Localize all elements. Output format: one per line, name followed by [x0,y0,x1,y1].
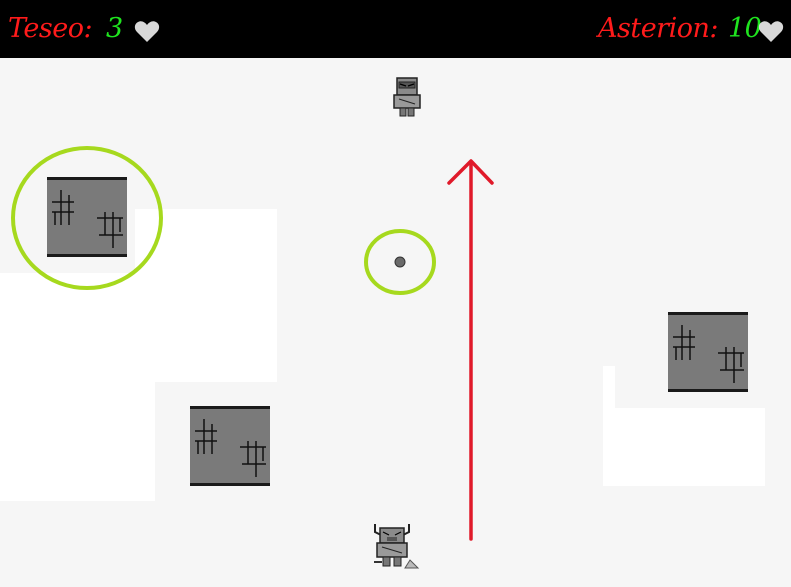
robot-enemy-icon[interactable] [392,76,422,118]
ball-icon[interactable] [394,256,406,268]
horned-minotaur-icon[interactable] [372,522,422,570]
direction-arrow [447,159,494,541]
highlight-ring [11,146,163,290]
